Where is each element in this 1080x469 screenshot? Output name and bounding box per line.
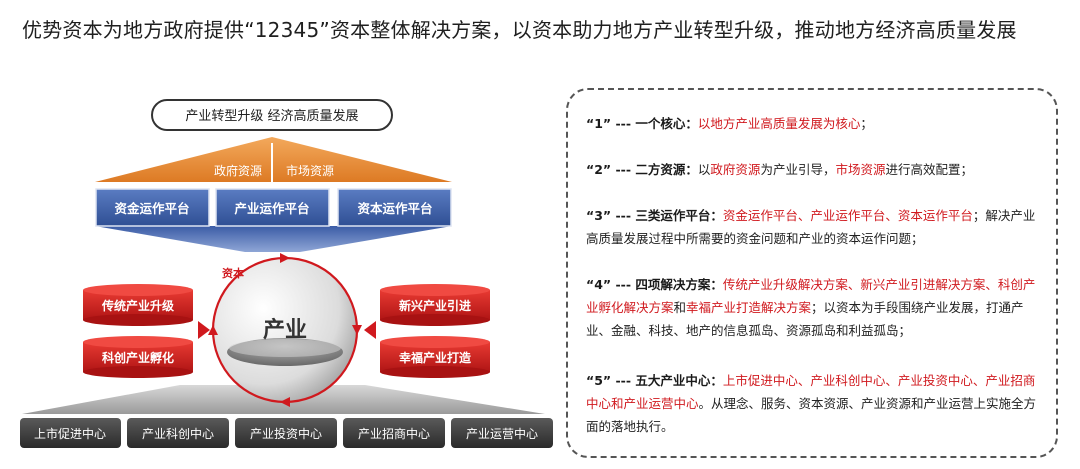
solution-emerging-introduction: 新兴产业引进 (399, 298, 471, 313)
point-heading: “5” --- 五大产业中心： (586, 373, 723, 388)
point-2: “2” --- 二方资源：以政府资源为产业引导，市场资源进行高效配置； (586, 158, 1044, 181)
point-5: “5” --- 五大产业中心：上市促进中心、产业科创中心、产业投资中心、产业招商… (586, 369, 1044, 438)
top-goal-label: 产业转型升级 经济高质量发展 (185, 108, 358, 124)
center-operation: 产业运营中心 (466, 426, 538, 441)
solution-cylinder: 新兴产业引进 (380, 284, 490, 326)
solution-happiness-industry: 幸福产业打造 (399, 350, 472, 365)
core-industry-label: 产业 (263, 318, 307, 343)
resource-roof: 政府资源 市场资源 (95, 137, 452, 182)
point-heading: “2” --- 二方资源： (586, 162, 698, 177)
solution-cylinder: 传统产业升级 (83, 284, 193, 326)
point-highlight-text: 以地方产业高质量发展为核心 (697, 116, 861, 131)
center-tech-innovation: 产业科创中心 (142, 426, 214, 441)
point-heading: “3” --- 三类运作平台： (586, 208, 723, 223)
point-highlight-text: 资金运作平台、产业运作平台、资本运作平台 (722, 208, 973, 223)
platform-row: 资金运作平台 产业运作平台 资本运作平台 (95, 188, 452, 227)
point-text: 和 (673, 300, 687, 315)
roof-label-market: 市场资源 (286, 163, 334, 178)
solution-traditional-upgrade: 传统产业升级 (101, 298, 174, 313)
center-row: 上市促进中心 产业科创中心 产业投资中心 产业招商中心 产业运营中心 (20, 418, 553, 448)
platform-label-industry: 产业运作平台 (234, 201, 309, 216)
roof-label-government: 政府资源 (214, 163, 262, 178)
point-text: 为产业引导， (760, 162, 836, 177)
industry-sphere: 资本 产业 (208, 253, 362, 407)
arrow-right-icon (198, 321, 210, 339)
point-text: 以 (697, 162, 711, 177)
point-heading: “4” --- 四项解决方案： (586, 277, 723, 292)
solution-right-group: 新兴产业引进 幸福产业打造 (364, 284, 490, 378)
point-text: ； (860, 116, 873, 131)
center-listing-promotion: 上市促进中心 (34, 426, 106, 441)
center-investment: 产业投资中心 (250, 426, 322, 441)
platform-label-capital: 资本运作平台 (357, 201, 432, 216)
solution-left-group: 传统产业升级 科创产业孵化 (83, 284, 210, 378)
point-highlight-text: 幸福产业打造解决方案 (686, 300, 812, 315)
point-highlight-text: 市场资源 (835, 162, 886, 177)
solution-innovation-incubation: 科创产业孵化 (102, 350, 174, 365)
arrow-left-icon (364, 321, 376, 339)
center-attraction: 产业招商中心 (358, 426, 430, 441)
solution-cylinder: 科创产业孵化 (83, 336, 193, 378)
point-highlight-text: 政府资源 (710, 162, 761, 177)
point-1: “1” --- 一个核心：以地方产业高质量发展为核心； (586, 112, 1044, 135)
point-3: “3” --- 三类运作平台：资金运作平台、产业运作平台、资本运作平台；解决产业… (586, 204, 1044, 250)
point-heading: “1” --- 一个核心： (586, 116, 698, 131)
capital-label: 资本 (222, 266, 244, 280)
platform-label-funds: 资金运作平台 (114, 201, 189, 216)
platform-funnel (95, 226, 452, 252)
point-text: 进行高效配置； (885, 162, 973, 177)
ecosystem-diagram: 产业转型升级 经济高质量发展 政府资源 市场资源 资金运作平台 产业运作平台 资… (20, 99, 553, 448)
top-goal-banner: 产业转型升级 经济高质量发展 (151, 99, 393, 131)
solution-cylinder: 幸福产业打造 (380, 336, 490, 378)
point-4: “4” --- 四项解决方案：传统产业升级解决方案、新兴产业引进解决方案、科创产… (586, 273, 1044, 342)
